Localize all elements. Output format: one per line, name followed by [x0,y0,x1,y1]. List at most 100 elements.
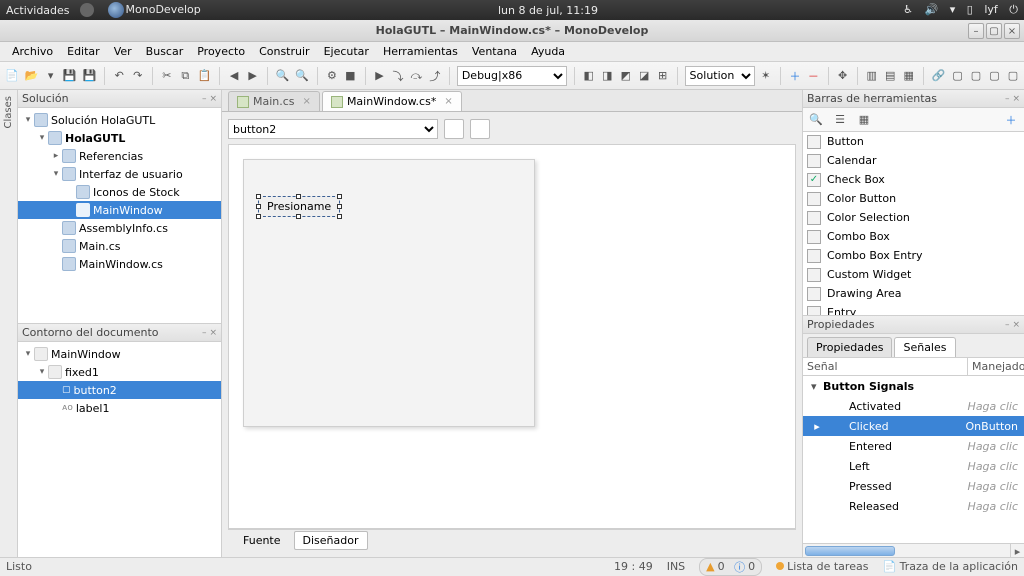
network-icon[interactable]: ▾ [950,3,956,16]
toolbox-item[interactable]: Drawing Area [803,284,1024,303]
new-file-icon[interactable]: 📄 [4,66,20,86]
solution-node[interactable]: MainWindow.cs [18,255,221,273]
signal-row[interactable]: ReleasedHaga clic [803,496,1024,516]
run-icon[interactable]: ▶ [372,66,386,86]
view-select[interactable]: Solution [685,66,755,86]
save-all-icon[interactable]: 💾 [82,66,98,86]
signals-col-signal[interactable]: Señal [803,358,968,375]
tab-signals[interactable]: Señales [894,337,955,357]
link-icon[interactable]: 🔗 [931,66,947,86]
window-close-button[interactable]: × [1004,23,1020,39]
build-config-select[interactable]: Debug|x86 [457,66,567,86]
activities-button[interactable]: Actividades [6,4,70,17]
sort2-icon[interactable]: ▢ [969,66,983,86]
classes-tab[interactable]: Clases [3,96,14,128]
menu-archivo[interactable]: Archivo [6,43,59,60]
power-icon[interactable]: ⏻ [1009,3,1018,16]
menu-ventana[interactable]: Ventana [466,43,523,60]
signal-group[interactable]: ▾ Button Signals [803,376,1024,396]
doc-tab[interactable]: Main.cs× [228,91,320,111]
outline-node[interactable]: ▾MainWindow [18,345,221,363]
add-blue-icon[interactable]: ＋ [788,66,802,86]
layout-a-icon[interactable]: ▥ [864,66,878,86]
app-indicator-icon[interactable] [80,3,94,17]
menu-herramientas[interactable]: Herramientas [377,43,464,60]
solution-node[interactable]: ▾Solución HolaGUTL [18,111,221,129]
pane-auto-hide-icon[interactable]: – [1005,320,1010,330]
sort3-icon[interactable]: ▢ [987,66,1001,86]
footer-tab-designer[interactable]: Diseñador [294,531,368,550]
menu-ver[interactable]: Ver [108,43,138,60]
find-all-icon[interactable]: 🔍 [294,66,310,86]
debug-step-icon[interactable]: ⤵ [391,66,405,86]
signal-row[interactable]: LeftHaga clic [803,456,1024,476]
window-minimize-button[interactable]: – [968,23,984,39]
nav-fwd-icon[interactable]: ▶ [245,66,259,86]
solution-node[interactable]: Main.cs [18,237,221,255]
new-dropdown-icon[interactable]: ▾ [43,66,57,86]
toolbox-item[interactable]: Combo Box Entry [803,246,1024,265]
menu-buscar[interactable]: Buscar [140,43,190,60]
signal-row[interactable]: ▸ClickedOnButton [803,416,1024,436]
grid-snap-a-icon[interactable] [444,119,464,139]
menu-editar[interactable]: Editar [61,43,106,60]
toolbox-item[interactable]: Custom Widget [803,265,1024,284]
menu-construir[interactable]: Construir [253,43,316,60]
solution-node[interactable]: AssemblyInfo.cs [18,219,221,237]
signal-row[interactable]: EnteredHaga clic [803,436,1024,456]
scrollbar-thumb[interactable] [805,546,895,556]
remove-red-icon[interactable]: － [806,66,820,86]
stop-icon[interactable]: ■ [343,66,357,86]
find-icon[interactable]: 🔍 [275,66,291,86]
clock-label[interactable]: lun 8 de jul, 11:19 [498,4,598,17]
outline-tree[interactable]: ▾MainWindow▾fixed1▢button2ᴀᴏlabel1 [18,342,221,557]
solution-tree[interactable]: ▾Solución HolaGUTL▾HolaGUTL▸Referencias▾… [18,108,221,323]
solution-node[interactable]: ▾HolaGUTL [18,129,221,147]
menu-ayuda[interactable]: Ayuda [525,43,571,60]
toolbox-item[interactable]: Color Button [803,189,1024,208]
toolbox-item[interactable]: Button [803,132,1024,151]
solution-node[interactable]: ▾Interfaz de usuario [18,165,221,183]
status-warnings-pill[interactable]: ▲0 ⓘ0 [699,558,762,576]
solution-node[interactable]: MainWindow [18,201,221,219]
toolbox-item[interactable]: Check Box [803,170,1024,189]
toolbox-list-icon[interactable]: ☰ [831,111,849,129]
designer-canvas[interactable]: Presioname [228,144,796,529]
toolbox-add-icon[interactable]: ＋ [1002,111,1020,129]
toolbox-item[interactable]: Color Selection [803,208,1024,227]
pane-auto-hide-icon[interactable]: – [202,328,207,338]
save-icon[interactable]: 💾 [62,66,78,86]
designer-object-select[interactable]: button2 [228,119,438,139]
scrollbar-right-arrow-icon[interactable]: ▸ [1010,544,1024,558]
move-icon[interactable]: ✥ [835,66,849,86]
signals-col-handler[interactable]: Manejador [968,358,1024,375]
signal-row[interactable]: ActivatedHaga clic [803,396,1024,416]
undo-icon[interactable]: ↶ [112,66,126,86]
accessibility-icon[interactable]: ♿ [903,3,913,16]
outline-node[interactable]: ▢button2 [18,381,221,399]
pane-close-icon[interactable]: × [209,328,217,338]
volume-icon[interactable]: 🔊 [925,3,939,16]
tool-a-icon[interactable]: ◧ [582,66,596,86]
toolbox-item[interactable]: Combo Box [803,227,1024,246]
toolbox-item[interactable]: Entry [803,303,1024,315]
pane-auto-hide-icon[interactable]: – [202,94,207,104]
window-maximize-button[interactable]: ▢ [986,23,1002,39]
menu-proyecto[interactable]: Proyecto [191,43,251,60]
pane-close-icon[interactable]: × [209,94,217,104]
copy-icon[interactable]: ⧉ [178,66,192,86]
tool-e-icon[interactable]: ⊞ [655,66,669,86]
cut-icon[interactable]: ✂ [160,66,174,86]
debug-out-icon[interactable]: ⤴ [428,66,442,86]
tool-c-icon[interactable]: ◩ [618,66,632,86]
view-config-icon[interactable]: ✶ [759,66,773,86]
solution-node[interactable]: ▸Referencias [18,147,221,165]
tool-b-icon[interactable]: ◨ [600,66,614,86]
signal-row[interactable]: PressedHaga clic [803,476,1024,496]
design-window-surface[interactable]: Presioname [243,159,535,427]
designer-widget-button2[interactable]: Presioname [258,196,340,217]
tab-close-icon[interactable]: × [444,96,452,107]
solution-node[interactable]: Iconos de Stock [18,183,221,201]
grid-snap-b-icon[interactable] [470,119,490,139]
toolbox-search-icon[interactable]: 🔍 [807,111,825,129]
